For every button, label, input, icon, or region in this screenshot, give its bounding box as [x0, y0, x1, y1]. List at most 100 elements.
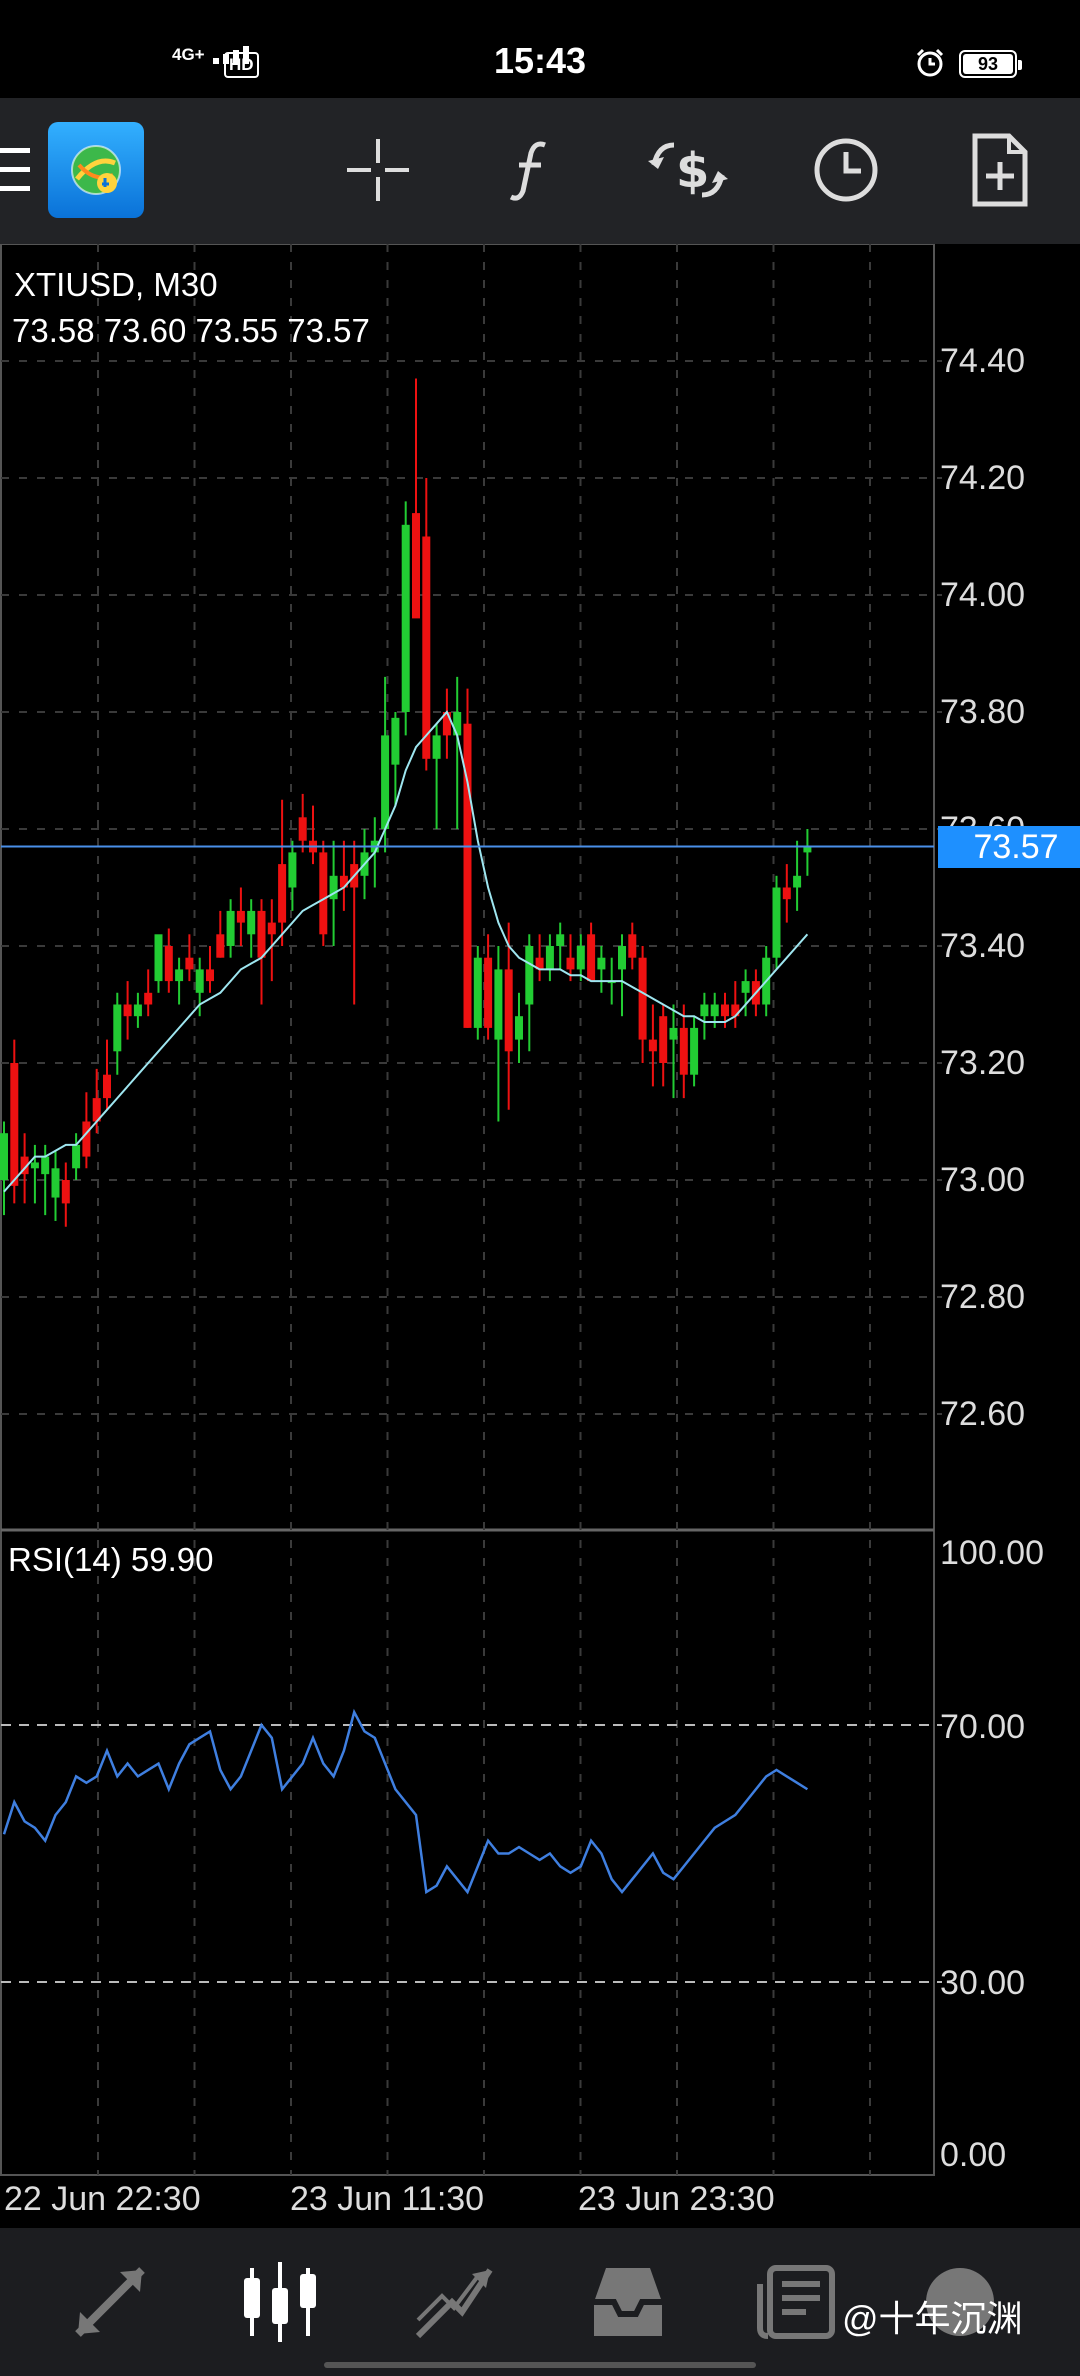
candle-body — [391, 717, 400, 765]
candle-body — [545, 946, 554, 970]
rsi-axis-label: 100.00 — [940, 1534, 1044, 1572]
alarm-icon — [916, 48, 944, 77]
candle-body — [484, 957, 493, 1028]
new-order-icon[interactable] — [952, 122, 1048, 218]
candle-body — [638, 957, 647, 1040]
crosshair-icon[interactable] — [330, 122, 426, 218]
candle-body — [587, 934, 596, 982]
candle-body — [412, 513, 420, 619]
mt4-logo-icon[interactable] — [48, 122, 144, 218]
candle-body — [690, 1027, 699, 1075]
function-icon[interactable] — [484, 122, 580, 218]
candle-body — [236, 910, 245, 923]
candle-body — [10, 1063, 19, 1186]
rsi-axis-label: 30.00 — [940, 1964, 1026, 2002]
chart-icon[interactable] — [238, 2262, 322, 2342]
candle-body — [772, 887, 781, 958]
quotes-icon[interactable] — [68, 2262, 152, 2342]
price-chart[interactable] — [0, 244, 1080, 2176]
chart-toolbar: $ — [0, 98, 1080, 244]
rsi-line — [2, 1708, 809, 1895]
candle-body — [659, 1016, 668, 1063]
candle-body — [164, 946, 173, 982]
menu-icon[interactable] — [0, 122, 36, 218]
candle-body — [278, 864, 287, 923]
candle-body — [195, 969, 204, 993]
candle-body — [721, 1004, 729, 1017]
candle-body — [381, 735, 390, 829]
candle-body — [566, 957, 575, 970]
chart-border — [0, 244, 935, 2176]
candle-body — [51, 1168, 60, 1198]
trade-icon[interactable] — [412, 2262, 496, 2342]
candle-body — [628, 934, 637, 958]
clock-icon[interactable] — [798, 122, 894, 218]
price-axis-label: 72.60 — [940, 1395, 1026, 1433]
svg-text:$: $ — [676, 143, 709, 199]
candle-body — [618, 946, 626, 970]
price-axis-label: 74.40 — [940, 342, 1026, 380]
chart-area[interactable] — [0, 244, 1080, 2176]
candle-body — [422, 536, 431, 759]
candle-body — [669, 1027, 678, 1040]
candle-body — [525, 946, 534, 1005]
price-axis-label: 73.20 — [940, 1044, 1026, 1082]
time-axis-label: 22 Jun 22:30 — [4, 2180, 201, 2218]
candle-body — [401, 524, 410, 712]
candle-body — [648, 1039, 657, 1052]
candle-body — [175, 969, 184, 982]
candle-body — [133, 1004, 142, 1017]
symbol-timeframe: XTIUSD, M30 — [14, 266, 218, 303]
history-icon[interactable] — [586, 2262, 670, 2342]
time-axis-label: 23 Jun 23:30 — [578, 2180, 775, 2218]
candle-body — [206, 969, 214, 982]
candle-body — [41, 1156, 50, 1175]
rsi-axis-label: 0.00 — [940, 2136, 1007, 2174]
candle-body — [247, 910, 256, 935]
candle-body — [123, 1004, 132, 1017]
status-bar: 4G+ HD 15:43 93 — [0, 0, 1080, 98]
currency-exchange-icon[interactable]: $ — [640, 122, 736, 218]
candle-body — [556, 934, 565, 946]
candle-body — [257, 910, 266, 958]
candle-body — [700, 1004, 709, 1017]
candle-body — [793, 875, 802, 888]
candle-body — [782, 887, 791, 900]
candle-body — [319, 852, 328, 935]
candle-body — [597, 957, 606, 970]
candle-body — [0, 1133, 8, 1180]
candle-body — [72, 1144, 81, 1169]
rsi-indicator-label: RSI(14) 59.90 — [8, 1541, 214, 1578]
battery-indicator: 93 — [959, 50, 1022, 78]
candle-body — [515, 1016, 523, 1040]
candle-body — [154, 934, 163, 982]
candle-body — [576, 946, 585, 970]
candle-body — [113, 1004, 122, 1052]
candle-body — [82, 1121, 91, 1157]
candle-body — [144, 992, 153, 1005]
candle-body — [185, 957, 194, 970]
ohlc-values: 73.58 73.60 73.55 73.57 — [12, 312, 370, 349]
watermark-text: @十年沉渊 — [842, 2298, 1023, 2339]
candle-body — [473, 957, 482, 1028]
candle-body — [432, 735, 441, 759]
rsi-axis-label: 70.00 — [940, 1708, 1026, 1746]
price-axis-label: 73.40 — [940, 927, 1026, 965]
price-axis-label: 74.00 — [940, 576, 1026, 614]
price-axis-label: 73.00 — [940, 1161, 1026, 1199]
battery-level: 93 — [977, 54, 999, 74]
candle-body — [103, 1074, 111, 1099]
candle-body — [226, 910, 235, 946]
candle-body — [267, 922, 276, 935]
candle-body — [453, 712, 462, 736]
candle-body — [494, 969, 503, 1040]
candle-body — [504, 969, 513, 1052]
price-axis-label: 74.20 — [940, 459, 1026, 497]
candle-body — [741, 981, 750, 993]
price-axis-label: 72.80 — [940, 1278, 1026, 1316]
price-axis-label: 73.80 — [940, 693, 1026, 731]
candle-body — [298, 817, 307, 841]
news-icon[interactable] — [756, 2262, 840, 2342]
home-indicator[interactable] — [324, 2362, 756, 2368]
time-axis-label: 23 Jun 11:30 — [290, 2180, 485, 2218]
